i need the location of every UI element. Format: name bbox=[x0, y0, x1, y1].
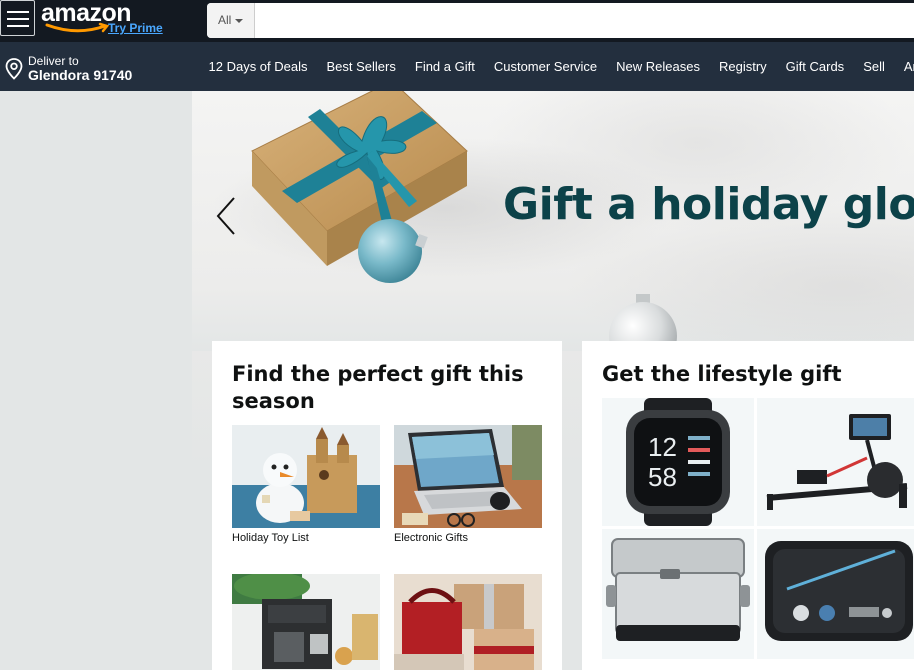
watch-minute: 58 bbox=[648, 462, 677, 492]
rowing-machine-image bbox=[766, 414, 908, 510]
wrapped-gifts-image bbox=[394, 574, 542, 670]
fishing-rod-case-image bbox=[765, 541, 913, 641]
coffee-maker-image bbox=[232, 574, 380, 670]
card-title: Find the perfect gift this season bbox=[232, 362, 524, 413]
cooler-tile[interactable] bbox=[602, 529, 754, 659]
nav-link-find-a-gift[interactable]: Find a Gift bbox=[405, 42, 484, 91]
top-bar: amazon Try Prime All bbox=[0, 0, 914, 42]
tile-label[interactable]: Electronic Gifts bbox=[394, 532, 468, 544]
fishing-rod-case-tile[interactable] bbox=[757, 529, 914, 659]
kitchen-gift-tile[interactable] bbox=[232, 574, 380, 670]
watch-hour: 12 bbox=[648, 432, 677, 462]
left-gutter bbox=[0, 91, 192, 670]
smartwatch-tile[interactable]: 12 58 bbox=[602, 398, 754, 526]
tile-label[interactable]: Holiday Toy List bbox=[232, 532, 309, 544]
laptop-image bbox=[394, 425, 542, 528]
electronic-gifts-tile[interactable] bbox=[394, 425, 542, 528]
nav-link-sell[interactable]: Sell bbox=[854, 42, 895, 91]
logo-smile-icon bbox=[45, 22, 110, 33]
cooler-image bbox=[606, 538, 750, 641]
nav-link-amazon-basics[interactable]: Am bbox=[894, 42, 914, 91]
nav-link-customer-service[interactable]: Customer Service bbox=[484, 42, 606, 91]
search-bar: All bbox=[207, 3, 914, 38]
nav-link-registry[interactable]: Registry bbox=[709, 42, 776, 91]
toy-image bbox=[232, 425, 380, 528]
gift-card-section: Find the perfect gift this season Holida… bbox=[212, 341, 562, 670]
nav-link-best-sellers[interactable]: Best Sellers bbox=[317, 42, 405, 91]
search-category-label: All bbox=[218, 13, 232, 27]
menu-icon[interactable] bbox=[0, 0, 35, 36]
card-title: Get the lifestyle gift bbox=[602, 362, 842, 386]
nav-link-12-days-of-deals[interactable]: 12 Days of Deals bbox=[199, 42, 317, 91]
lifestyle-gift-section: Get the lifestyle gift 12 58 bbox=[582, 341, 914, 670]
location-pin-icon bbox=[5, 58, 23, 80]
deliver-label: Deliver to bbox=[28, 54, 79, 68]
amazon-logo[interactable]: amazon Try Prime bbox=[41, 0, 166, 40]
wrapped-gifts-tile[interactable] bbox=[394, 574, 542, 670]
deliver-location: Glendora 91740 bbox=[28, 67, 133, 83]
hero-title: Gift a holiday glow bbox=[503, 179, 914, 230]
gift-box-image bbox=[251, 91, 468, 283]
nav-link-new-releases[interactable]: New Releases bbox=[607, 42, 710, 91]
nav-link-gift-cards[interactable]: Gift Cards bbox=[776, 42, 854, 91]
carousel-prev-icon[interactable] bbox=[212, 194, 240, 238]
rowing-machine-tile[interactable] bbox=[757, 398, 914, 526]
holiday-toy-tile[interactable] bbox=[232, 425, 380, 528]
search-category-dropdown[interactable]: All bbox=[207, 3, 255, 38]
nav-links: 12 Days of Deals Best Sellers Find a Gif… bbox=[199, 42, 914, 91]
chevron-down-icon bbox=[235, 18, 244, 23]
try-prime-link[interactable]: Try Prime bbox=[108, 21, 163, 35]
search-input[interactable] bbox=[255, 3, 914, 38]
smartwatch-image: 12 58 bbox=[626, 398, 730, 526]
nav-bar: Deliver to Glendora 91740 12 Days of Dea… bbox=[0, 42, 914, 91]
